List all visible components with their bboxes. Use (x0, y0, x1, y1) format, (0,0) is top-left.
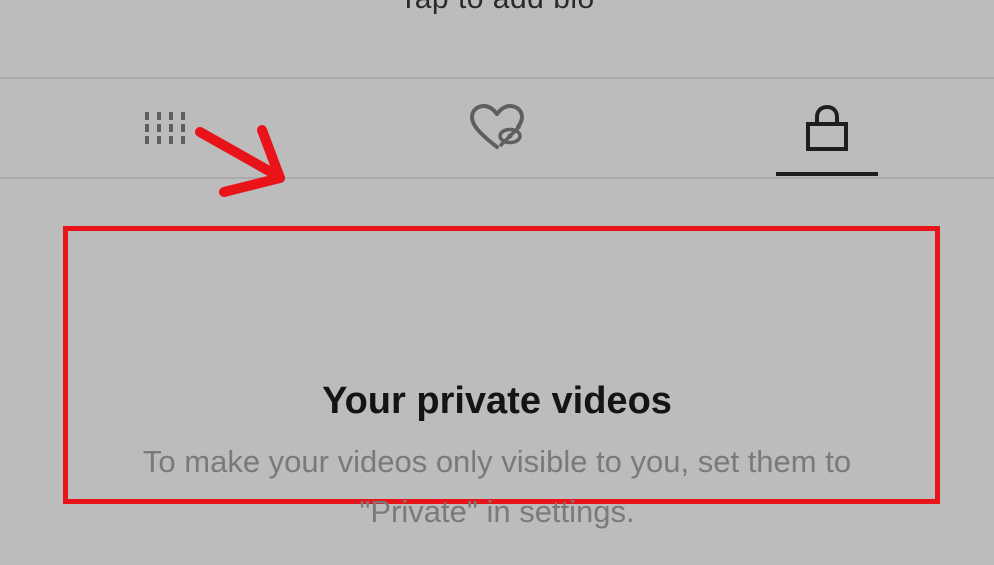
profile-tab-bar (0, 79, 994, 177)
hidden-heart-icon (470, 104, 524, 149)
tab-bar-divider (0, 177, 994, 179)
empty-state-description: To make your videos only visible to you,… (142, 444, 852, 529)
annotation-arrow-icon (195, 125, 285, 197)
tab-liked[interactable] (397, 79, 597, 177)
selected-tab-indicator (776, 172, 878, 176)
tab-private[interactable] (727, 79, 927, 177)
grid-columns-icon (145, 112, 185, 144)
empty-state-title: Your private videos (322, 380, 672, 422)
lock-icon (806, 104, 848, 151)
profile-screen: Tap to add bio (0, 0, 994, 565)
add-bio-link[interactable]: Tap to add bio (0, 0, 994, 16)
